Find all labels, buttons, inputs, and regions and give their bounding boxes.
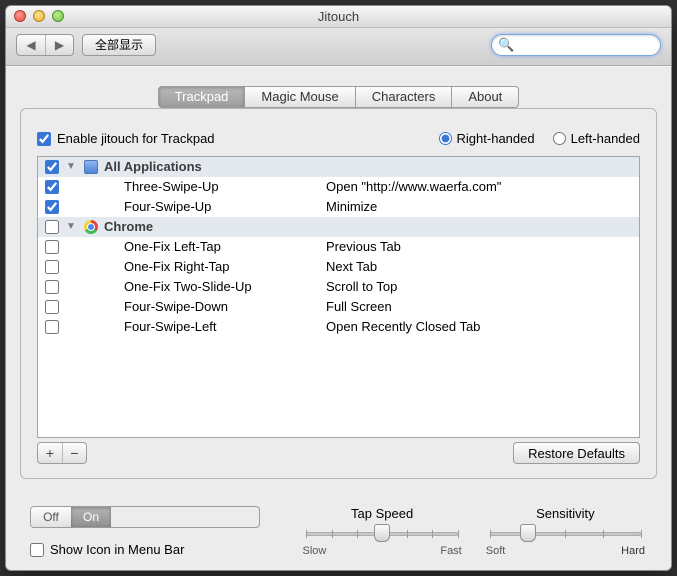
- table-row[interactable]: Four-Swipe-Down Full Screen: [38, 297, 639, 317]
- tab-magic-mouse[interactable]: Magic Mouse: [245, 86, 355, 108]
- group-label: All Applications: [100, 159, 326, 174]
- gesture-cell: Three-Swipe-Up: [100, 179, 326, 194]
- gesture-cell: One-Fix Two-Slide-Up: [100, 279, 326, 294]
- enable-trackpad-input[interactable]: [37, 132, 51, 146]
- right-handed-radio[interactable]: [439, 132, 452, 145]
- menubar-icon-label: Show Icon in Menu Bar: [50, 542, 184, 557]
- show-all-button[interactable]: 全部显示: [82, 34, 156, 56]
- group-chrome[interactable]: ▼ Chrome: [38, 217, 639, 237]
- slider-knob[interactable]: [374, 524, 390, 542]
- zoom-icon[interactable]: [52, 10, 64, 22]
- sensitivity-slider[interactable]: [490, 523, 641, 543]
- add-button[interactable]: +: [38, 443, 62, 463]
- table-row[interactable]: Three-Swipe-Up Open "http://www.waerfa.c…: [38, 177, 639, 197]
- slider-knob[interactable]: [520, 524, 536, 542]
- trackpad-pane: Enable jitouch for Trackpad Right-handed…: [20, 108, 657, 479]
- tap-speed-group: Tap Speed Slow Fast: [300, 506, 463, 557]
- bottom-controls: Off On Show Icon in Menu Bar Tap Speed: [30, 506, 647, 557]
- handedness-group: Right-handed Left-handed: [439, 131, 640, 146]
- gesture-cell: Four-Swipe-Down: [100, 299, 326, 314]
- tab-about[interactable]: About: [452, 86, 519, 108]
- chrome-icon: [84, 220, 98, 234]
- window-title: Jitouch: [318, 9, 359, 24]
- sens-min-label: Soft: [486, 545, 506, 557]
- nav-back-forward: ◀ ▶: [16, 34, 74, 56]
- group-label: Chrome: [100, 219, 326, 234]
- row-checkbox[interactable]: [45, 300, 59, 314]
- titlebar[interactable]: Jitouch: [6, 6, 671, 28]
- sensitivity-title: Sensitivity: [484, 506, 647, 521]
- gesture-table[interactable]: ▼ All Applications Three-Swipe-Up Open "…: [37, 156, 640, 438]
- tap-min-label: Slow: [302, 545, 326, 557]
- gesture-cell: Four-Swipe-Up: [100, 199, 326, 214]
- close-icon[interactable]: [14, 10, 26, 22]
- search-input[interactable]: [491, 34, 661, 56]
- row-checkbox[interactable]: [45, 180, 59, 194]
- right-handed-label: Right-handed: [457, 131, 535, 146]
- preferences-window: Jitouch ◀ ▶ 全部显示 🔍 Trackpad Magic Mouse …: [5, 5, 672, 571]
- table-row[interactable]: Four-Swipe-Up Minimize: [38, 197, 639, 217]
- off-button[interactable]: Off: [31, 507, 71, 527]
- row-checkbox[interactable]: [45, 280, 59, 294]
- sens-max-label: Hard: [621, 545, 645, 557]
- action-cell: Previous Tab: [326, 239, 639, 254]
- enable-trackpad-checkbox[interactable]: Enable jitouch for Trackpad: [37, 131, 215, 146]
- tab-characters[interactable]: Characters: [356, 86, 453, 108]
- back-button[interactable]: ◀: [17, 35, 45, 55]
- tab-trackpad[interactable]: Trackpad: [158, 86, 246, 108]
- left-handed-option[interactable]: Left-handed: [553, 131, 640, 146]
- search-icon: 🔍: [498, 37, 514, 53]
- forward-button[interactable]: ▶: [45, 35, 73, 55]
- restore-defaults-button[interactable]: Restore Defaults: [513, 442, 640, 464]
- table-row[interactable]: One-Fix Left-Tap Previous Tab: [38, 237, 639, 257]
- on-off-toggle[interactable]: Off On: [30, 506, 260, 528]
- row-checkbox[interactable]: [45, 260, 59, 274]
- action-cell: Open Recently Closed Tab: [326, 319, 639, 334]
- group-chrome-checkbox[interactable]: [45, 220, 59, 234]
- gesture-cell: One-Fix Right-Tap: [100, 259, 326, 274]
- action-cell: Scroll to Top: [326, 279, 639, 294]
- right-handed-option[interactable]: Right-handed: [439, 131, 535, 146]
- table-row[interactable]: One-Fix Two-Slide-Up Scroll to Top: [38, 277, 639, 297]
- left-handed-label: Left-handed: [571, 131, 640, 146]
- traffic-lights: [14, 10, 64, 22]
- minimize-icon[interactable]: [33, 10, 45, 22]
- tap-max-label: Fast: [440, 545, 461, 557]
- toolbar: ◀ ▶ 全部显示 🔍: [6, 28, 671, 66]
- disclosure-triangle-icon[interactable]: ▼: [66, 221, 82, 232]
- on-button[interactable]: On: [71, 507, 111, 527]
- action-cell: Minimize: [326, 199, 639, 214]
- tap-speed-slider[interactable]: [306, 523, 457, 543]
- menubar-icon-input[interactable]: [30, 543, 44, 557]
- left-handed-radio[interactable]: [553, 132, 566, 145]
- tap-speed-title: Tap Speed: [300, 506, 463, 521]
- gesture-cell: Four-Swipe-Left: [100, 319, 326, 334]
- action-cell: Next Tab: [326, 259, 639, 274]
- gesture-cell: One-Fix Left-Tap: [100, 239, 326, 254]
- add-remove-segment: + −: [37, 442, 87, 464]
- action-cell: Full Screen: [326, 299, 639, 314]
- action-cell: Open "http://www.waerfa.com": [326, 179, 639, 194]
- table-row[interactable]: One-Fix Right-Tap Next Tab: [38, 257, 639, 277]
- search-field-wrap: 🔍: [491, 34, 661, 56]
- content-area: Trackpad Magic Mouse Characters About En…: [6, 66, 671, 570]
- sensitivity-group: Sensitivity Soft Hard: [484, 506, 647, 557]
- menubar-icon-checkbox[interactable]: Show Icon in Menu Bar: [30, 542, 260, 557]
- row-checkbox[interactable]: [45, 200, 59, 214]
- remove-button[interactable]: −: [62, 443, 86, 463]
- group-all-applications[interactable]: ▼ All Applications: [38, 157, 639, 177]
- app-icon: [84, 160, 98, 174]
- table-row[interactable]: Four-Swipe-Left Open Recently Closed Tab: [38, 317, 639, 337]
- disclosure-triangle-icon[interactable]: ▼: [66, 161, 82, 172]
- tab-strip: Trackpad Magic Mouse Characters About: [6, 86, 671, 108]
- group-all-checkbox[interactable]: [45, 160, 59, 174]
- row-checkbox[interactable]: [45, 240, 59, 254]
- enable-trackpad-label: Enable jitouch for Trackpad: [57, 131, 215, 146]
- row-checkbox[interactable]: [45, 320, 59, 334]
